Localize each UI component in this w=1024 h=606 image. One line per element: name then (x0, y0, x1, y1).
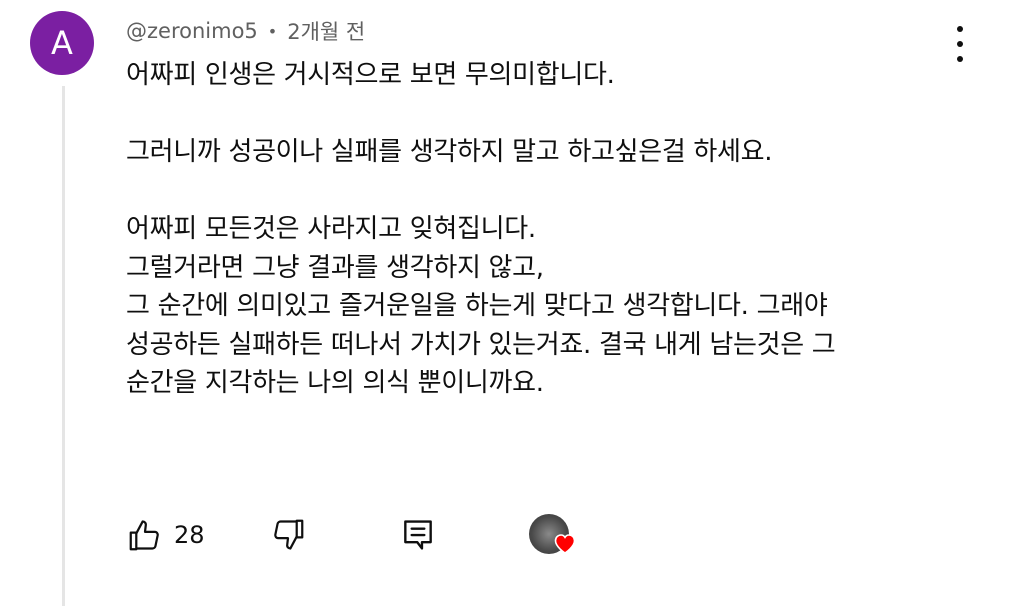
comment-text: 어짜피 인생은 거시적으로 보면 무의미합니다. 그러니까 성공이나 실패를 생… (126, 56, 986, 403)
avatar[interactable]: A (30, 11, 94, 75)
comment-line (126, 95, 986, 134)
dislike-button[interactable] (269, 516, 307, 554)
separator-dot: • (267, 21, 278, 41)
comment-actions: 28 (126, 514, 575, 556)
comment-line: 그 순간에 의미있고 즐거운일을 하는게 맞다고 생각합니다. 그래야 (126, 291, 828, 321)
comment-line: 성공하든 실패하든 떠나서 가치가 있는거죠. 결국 내게 남는것은 그 (126, 329, 836, 360)
creator-heart[interactable] (528, 514, 575, 556)
avatar-letter: A (51, 24, 73, 62)
thread-line (62, 86, 65, 606)
thumbs-down-icon (273, 519, 303, 550)
creator-heart-icon (554, 534, 575, 554)
comment-line: 어짜피 모든것은 사라지고 잊혀집니다. (126, 214, 536, 244)
comment-line: 그럴거라면 그냥 결과를 생각하지 않고, (126, 252, 544, 283)
comment-line (126, 172, 986, 211)
reply-comment-icon (403, 520, 432, 550)
timestamp[interactable]: 2개월 전 (287, 16, 365, 46)
comment-line: 그러니까 성공이나 실패를 생각하지 말고 하고싶은걸 하세요. (126, 137, 773, 167)
author-name[interactable]: @zeronimo5 (126, 19, 258, 43)
like-count: 28 (174, 521, 205, 549)
comment-header: @zeronimo5 • 2개월 전 (126, 16, 365, 46)
thumbs-up-icon (129, 520, 159, 551)
reply-button[interactable] (399, 516, 437, 554)
like-button[interactable]: 28 (126, 516, 205, 554)
comment-line: 어짜피 인생은 거시적으로 보면 무의미합니다. (126, 60, 615, 90)
comment-line: 순간을 지각하는 나의 의식 뿐이니까요. (126, 368, 544, 398)
